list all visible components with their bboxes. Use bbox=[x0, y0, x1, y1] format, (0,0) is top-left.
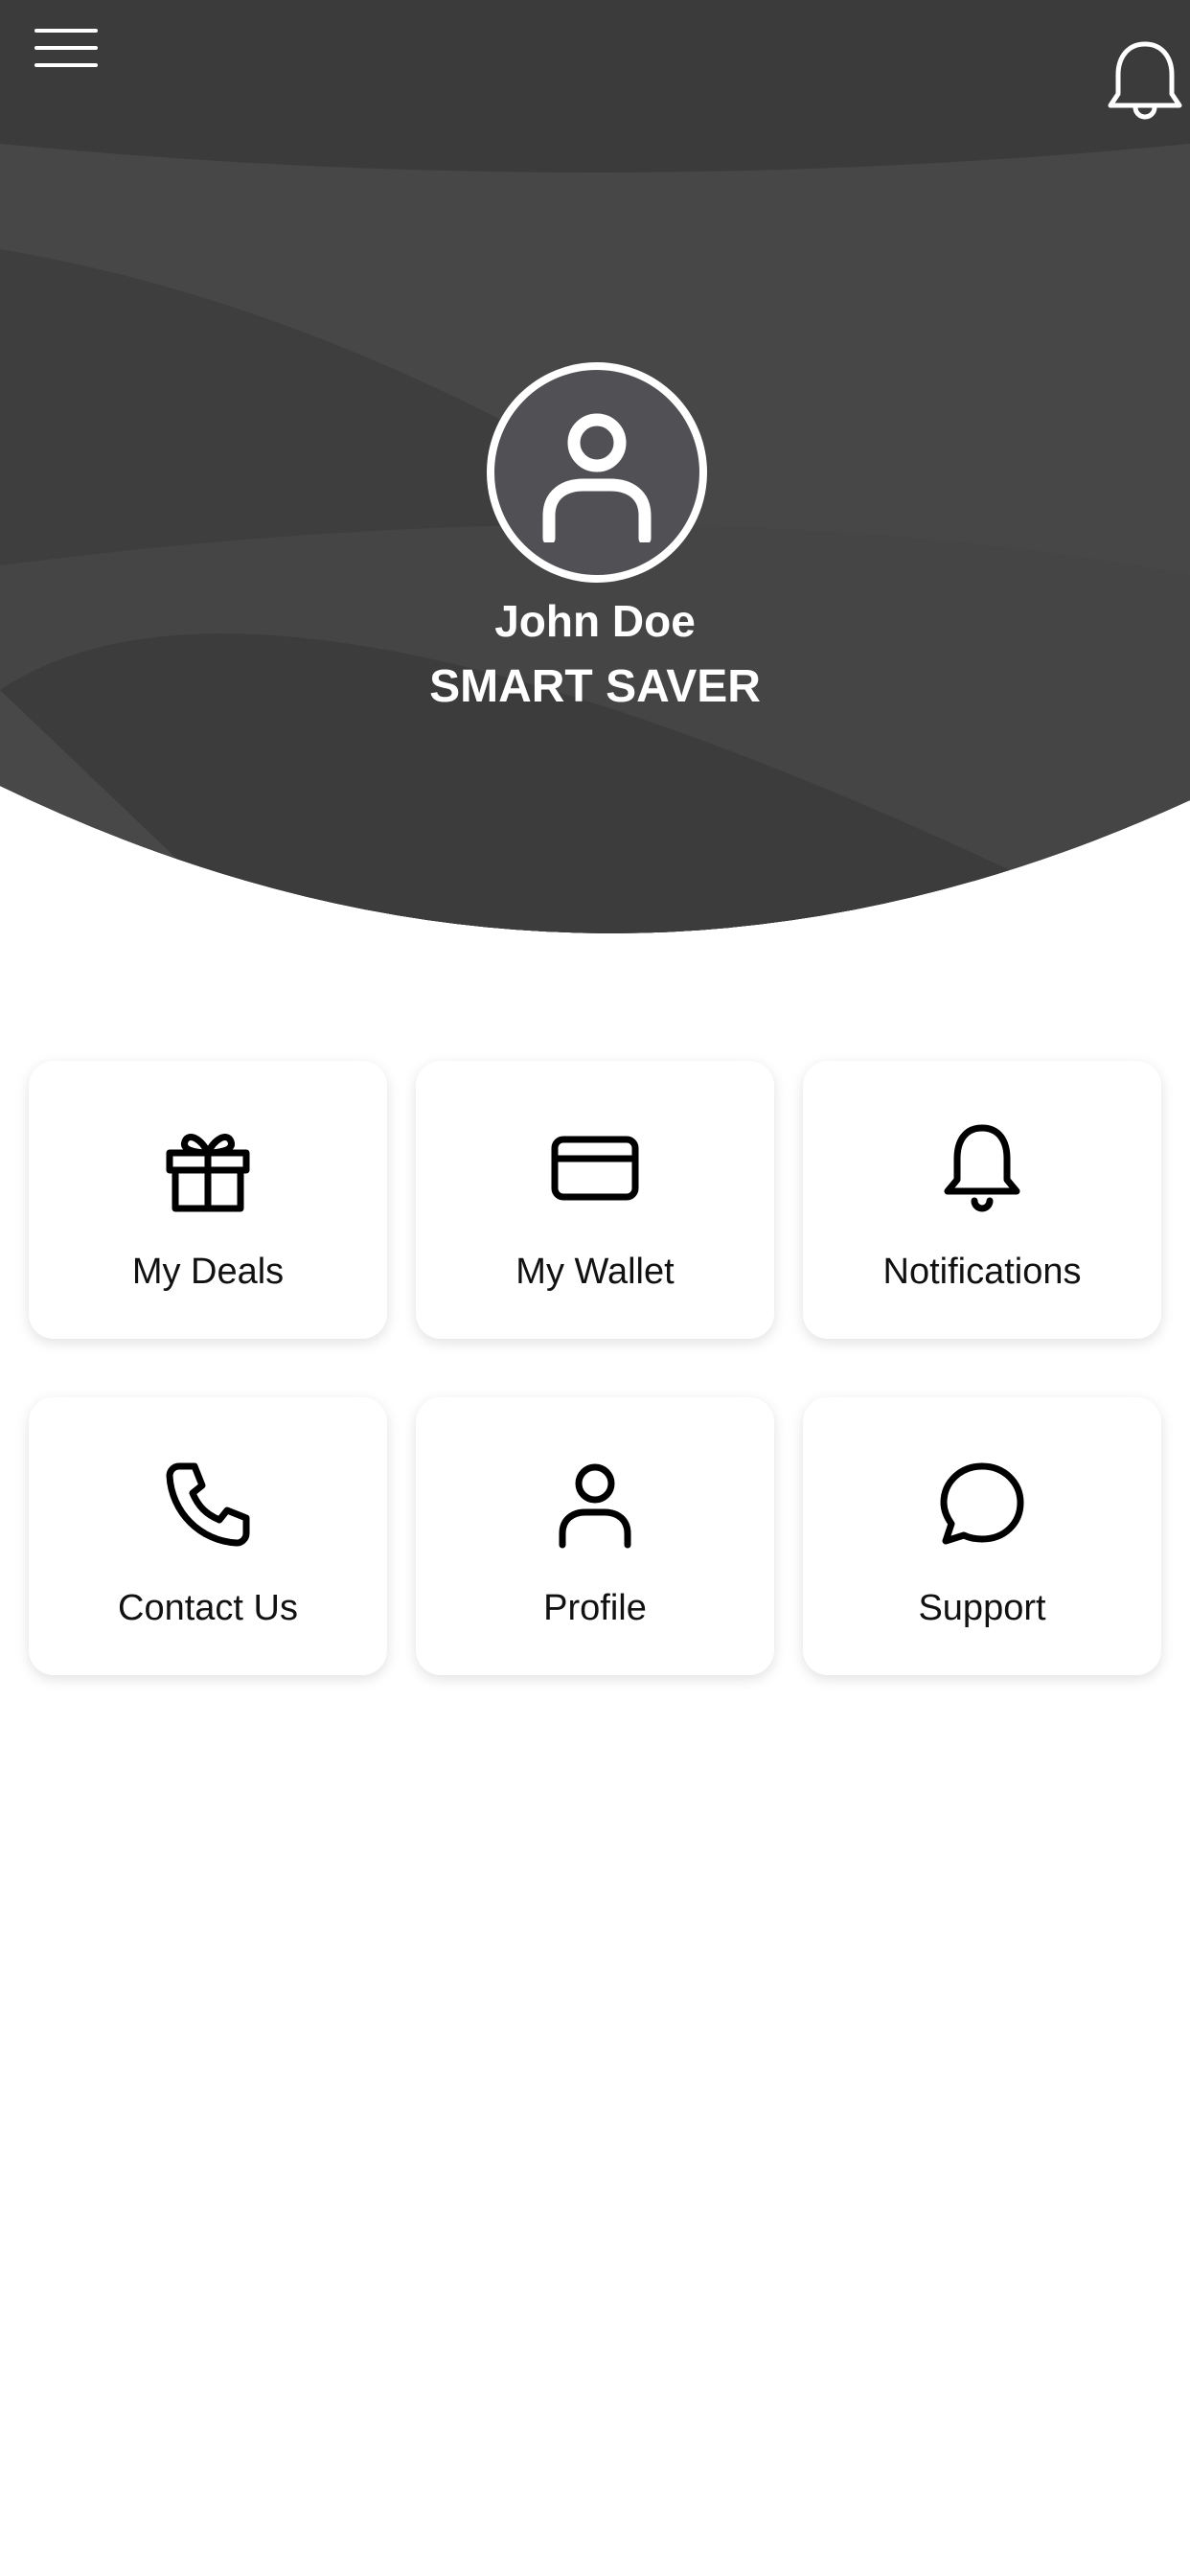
chat-bubble-icon bbox=[940, 1462, 1024, 1545]
menu-line bbox=[34, 29, 98, 33]
user-name: John Doe bbox=[494, 596, 696, 646]
gift-icon bbox=[166, 1134, 250, 1212]
bell-icon bbox=[1108, 41, 1182, 120]
phone-icon bbox=[166, 1462, 250, 1547]
tile-label: Notifications bbox=[882, 1252, 1082, 1292]
bell-icon bbox=[944, 1124, 1020, 1212]
menu-button[interactable] bbox=[33, 27, 103, 75]
tile-my-wallet[interactable]: My Wallet bbox=[416, 1061, 774, 1339]
tile-label: My Wallet bbox=[515, 1252, 675, 1292]
menu-line bbox=[34, 46, 98, 50]
user-icon bbox=[559, 1463, 631, 1549]
avatar[interactable] bbox=[487, 362, 707, 583]
credit-card-icon bbox=[551, 1136, 639, 1201]
profile-header: John Doe SMART SAVER bbox=[0, 0, 1190, 958]
user-tier: SMART SAVER bbox=[429, 661, 761, 712]
menu-line bbox=[34, 63, 98, 67]
tile-label: Support bbox=[918, 1588, 1046, 1628]
tile-label: Profile bbox=[543, 1588, 647, 1628]
header-bell-button[interactable] bbox=[1107, 38, 1183, 125]
tile-contact-us[interactable]: Contact Us bbox=[29, 1397, 387, 1675]
tile-label: Contact Us bbox=[118, 1588, 298, 1628]
tile-my-deals[interactable]: My Deals bbox=[29, 1061, 387, 1339]
user-avatar-icon bbox=[542, 413, 652, 542]
tile-support[interactable]: Support bbox=[803, 1397, 1161, 1675]
tile-profile[interactable]: Profile bbox=[416, 1397, 774, 1675]
tile-label: My Deals bbox=[131, 1252, 285, 1292]
tile-notifications[interactable]: Notifications bbox=[803, 1061, 1161, 1339]
